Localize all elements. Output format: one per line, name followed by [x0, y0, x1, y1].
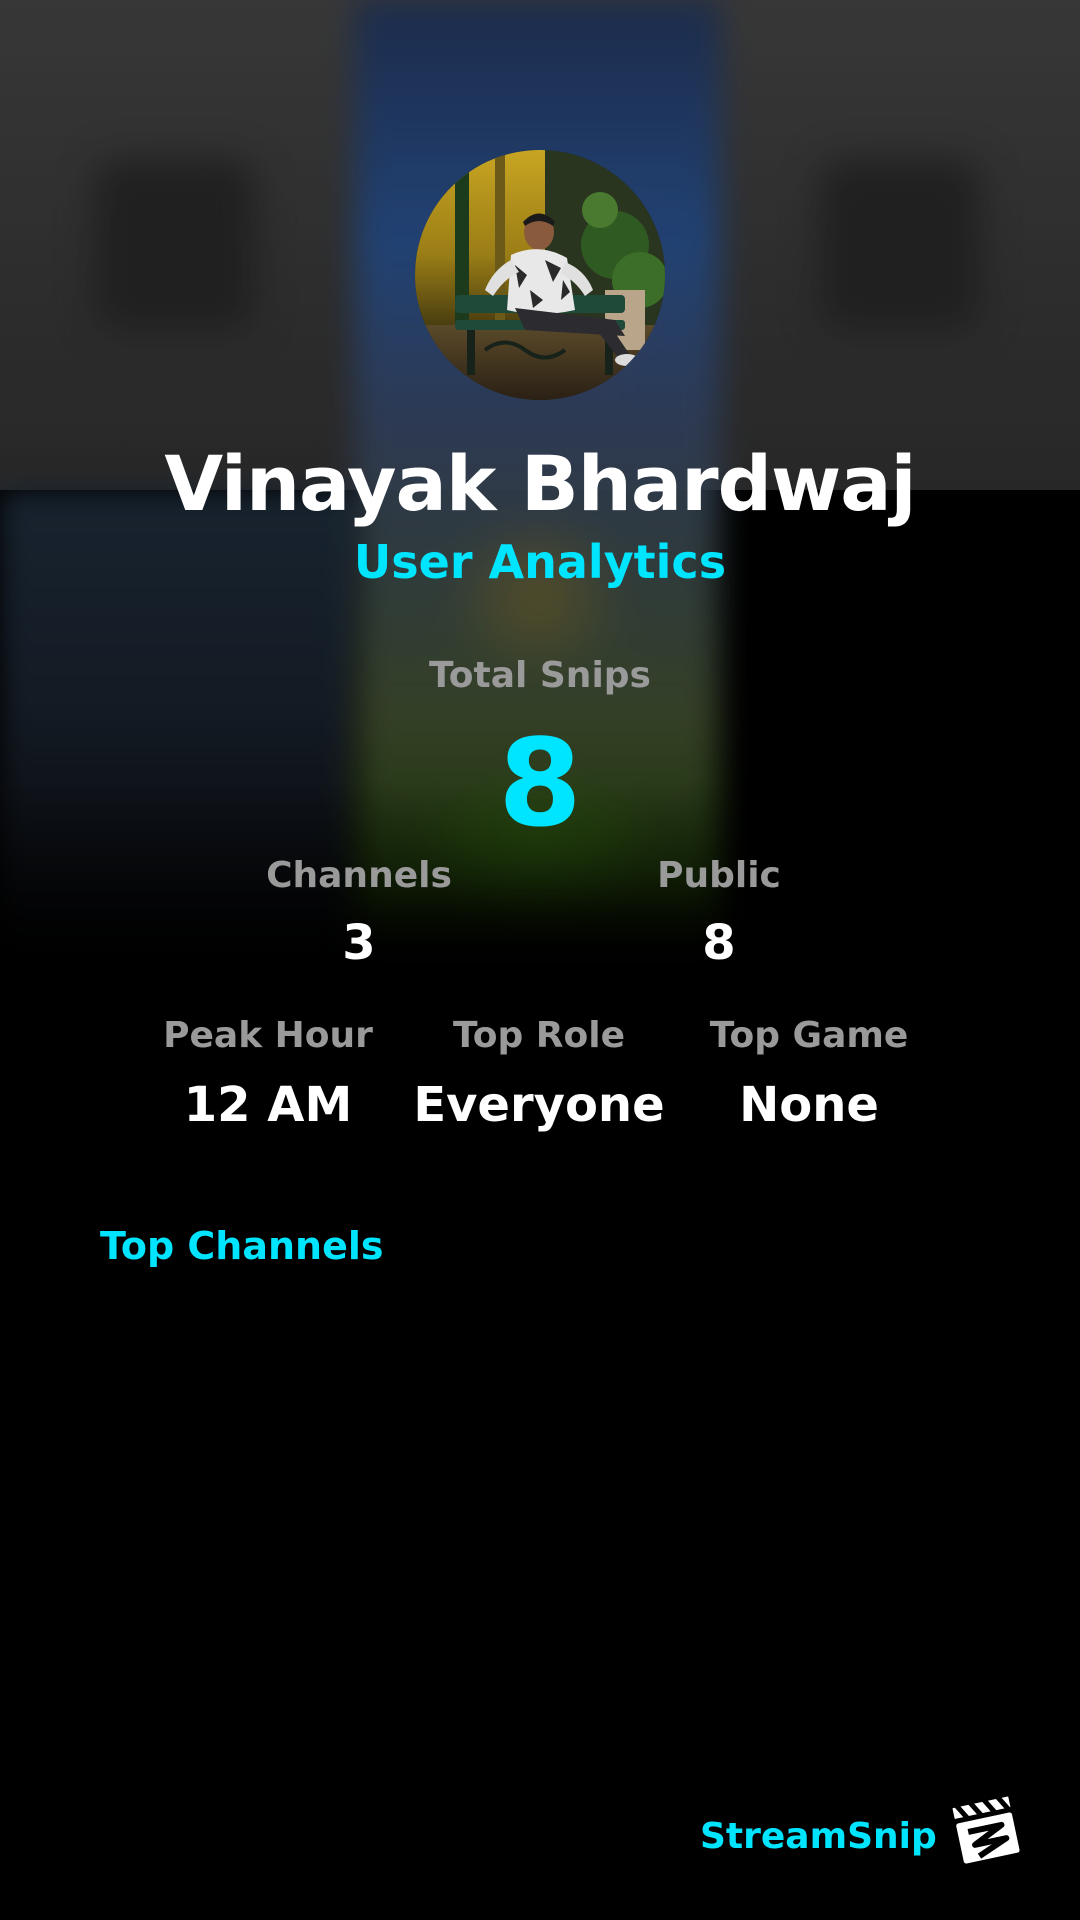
channels-label: Channels	[266, 855, 452, 896]
top-role-stat: Top Role Everyone	[389, 1013, 689, 1135]
top-game-stat: Top Game None	[659, 1013, 959, 1135]
top-role-value: Everyone	[413, 1077, 665, 1133]
top-channels-heading: Top Channels	[100, 1224, 384, 1268]
user-name: Vinayak Bhardwaj	[164, 439, 916, 528]
public-stat: Public 8	[569, 853, 869, 973]
avatar-photo	[415, 150, 665, 400]
total-snips-value: 8	[498, 715, 582, 854]
top-role-label: Top Role	[452, 1015, 626, 1056]
top-game-label: Top Game	[709, 1015, 909, 1056]
peak-hour-value: 12 AM	[183, 1077, 353, 1133]
channels-stat: Channels 3	[209, 853, 509, 973]
total-snips-label: Total Snips	[429, 655, 651, 696]
channels-value: 3	[342, 915, 376, 971]
clapperboard-icon	[948, 1790, 1026, 1868]
top-game-value: None	[739, 1077, 879, 1133]
public-value: 8	[702, 915, 736, 971]
brand-name: StreamSnip	[700, 1816, 937, 1857]
page-subtitle: User Analytics	[353, 535, 727, 589]
avatar	[415, 150, 665, 400]
public-label: Public	[657, 855, 781, 896]
analytics-card: Vinayak Bhardwaj User Analytics Total Sn…	[0, 0, 1080, 1920]
peak-hour-label: Peak Hour	[163, 1015, 373, 1056]
peak-hour-stat: Peak Hour 12 AM	[118, 1013, 418, 1135]
